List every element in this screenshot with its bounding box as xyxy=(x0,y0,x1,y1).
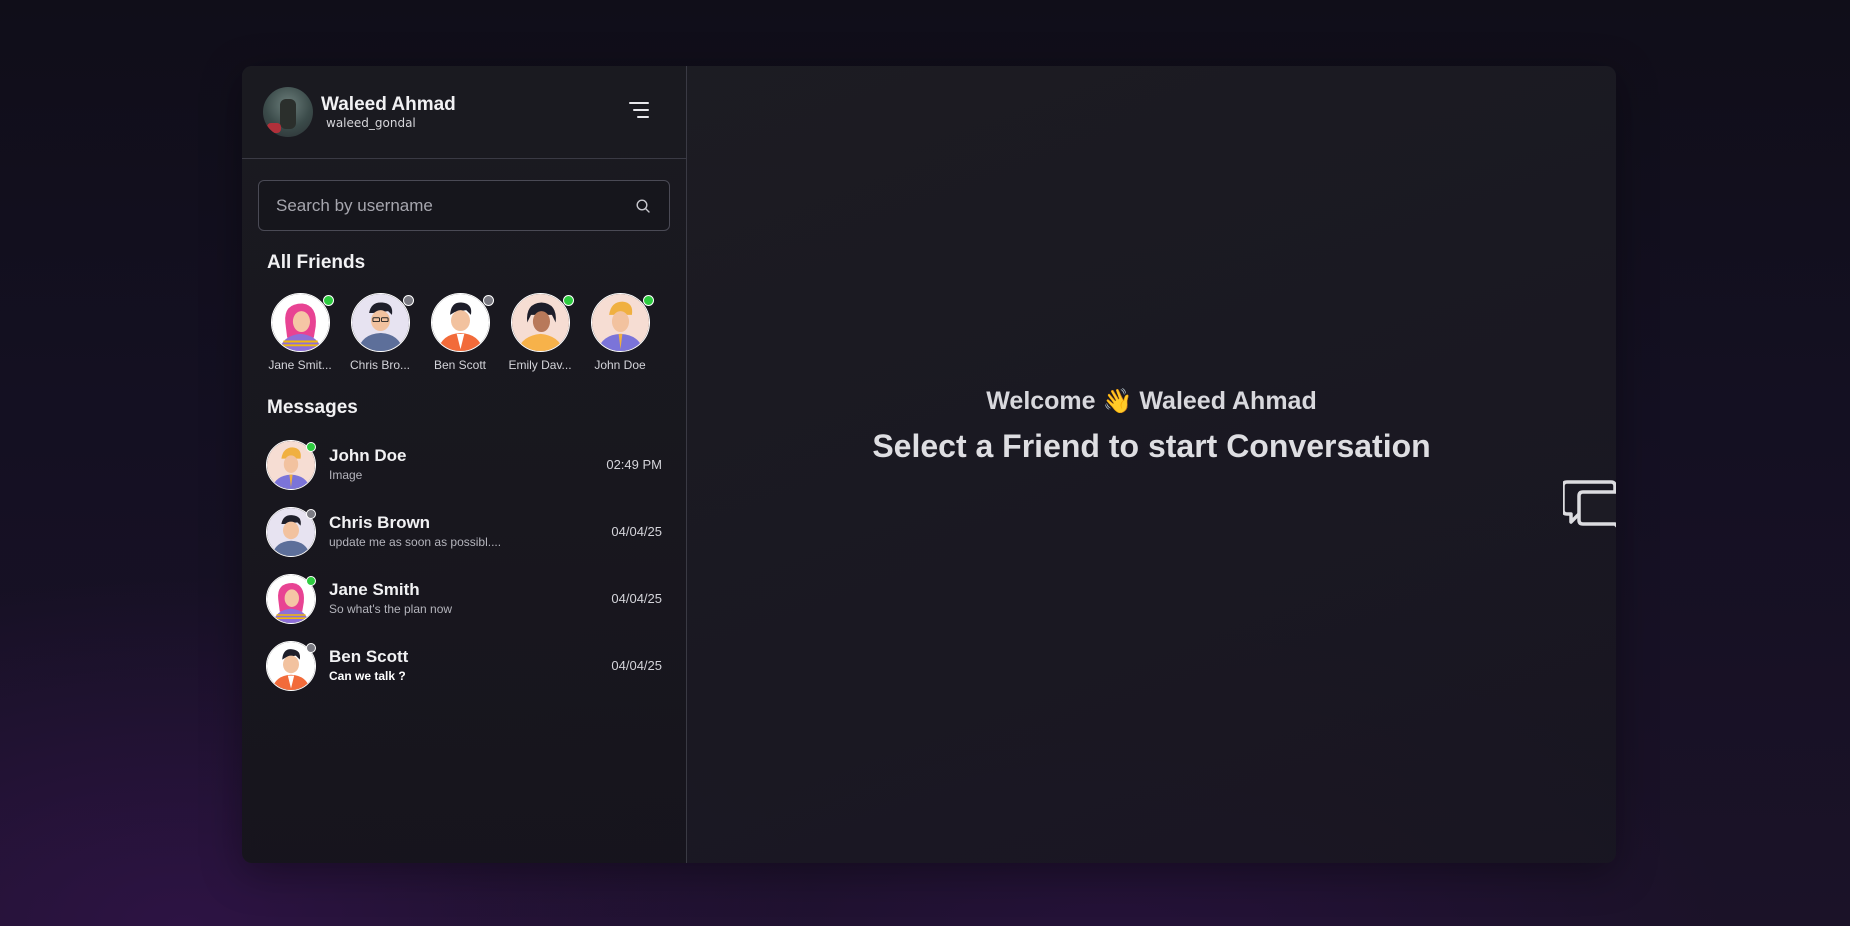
chat-app-window: Waleed Ahmad waleed_gondal All Friends xyxy=(242,66,1616,863)
message-text: Chris Brown update me as soon as possibl… xyxy=(329,512,501,551)
status-dot xyxy=(563,295,574,306)
friend-name: Ben Scott xyxy=(433,358,487,372)
contact-name: Ben Scott xyxy=(329,647,409,666)
message-preview: So what's the plan now xyxy=(329,602,453,616)
avatar xyxy=(266,640,316,691)
welcome-heading: Welcome 👋 Waleed Ahmad xyxy=(687,387,1616,416)
welcome-name: Waleed Ahmad xyxy=(1139,387,1317,415)
message-text: Jane Smith So what's the plan now xyxy=(329,579,452,618)
friend-item[interactable]: Chris Bro... xyxy=(340,293,420,372)
chat-bubbles-icon xyxy=(1563,480,1616,528)
wave-icon: 👋 xyxy=(1102,388,1133,415)
avatar xyxy=(266,506,316,557)
message-text: Ben Scott Can we talk ? xyxy=(329,646,408,685)
friend-item[interactable]: Emily Dav... xyxy=(500,293,580,372)
list-item[interactable]: John Doe Image 02:49 PM xyxy=(242,431,687,498)
avatar xyxy=(270,293,330,352)
profile-names: Waleed Ahmad waleed_gondal xyxy=(321,94,456,130)
avatar xyxy=(266,439,316,490)
search-input[interactable] xyxy=(259,181,669,230)
status-dot xyxy=(306,441,316,452)
messages-heading: Messages xyxy=(267,397,358,418)
status-dot xyxy=(403,295,414,306)
status-dot xyxy=(306,508,316,519)
conversation-panel: Welcome 👋 Waleed Ahmad Select a Friend t… xyxy=(687,66,1616,863)
message-text: John Doe Image xyxy=(329,445,406,484)
friend-item[interactable]: John Doe xyxy=(580,293,660,372)
profile-avatar[interactable] xyxy=(263,87,313,137)
contact-name: Jane Smith xyxy=(329,580,420,599)
message-preview: update me as soon as possibl.... xyxy=(329,535,502,549)
profile-username: waleed_gondal xyxy=(326,116,416,130)
select-friend-prompt: Select a Friend to start Conversation xyxy=(872,428,1431,464)
status-dot xyxy=(323,295,334,306)
message-preview: Can we talk ? xyxy=(329,669,406,683)
avatar xyxy=(266,573,316,624)
profile-full-name: Waleed Ahmad xyxy=(321,94,456,115)
friend-name: Jane Smit... xyxy=(268,358,332,372)
list-item[interactable]: Ben Scott Can we talk ? 04/04/25 xyxy=(242,632,687,699)
message-time: 04/04/25 xyxy=(611,658,662,673)
friends-row: Jane Smit... Chris Bro... Ben Scott Emil… xyxy=(260,293,660,372)
status-dot xyxy=(306,575,316,586)
sidebar: Waleed Ahmad waleed_gondal All Friends xyxy=(242,66,687,863)
status-dot xyxy=(483,295,494,306)
message-time: 04/04/25 xyxy=(611,591,662,606)
message-preview: Image xyxy=(329,468,363,482)
friend-item[interactable]: Jane Smit... xyxy=(260,293,340,372)
contact-name: John Doe xyxy=(329,446,407,465)
message-time: 04/04/25 xyxy=(611,524,662,539)
all-friends-heading: All Friends xyxy=(267,252,366,273)
avatar xyxy=(350,293,410,352)
avatar xyxy=(430,293,490,352)
search-box xyxy=(258,180,670,231)
friend-name: Chris Bro... xyxy=(349,358,410,372)
menu-icon[interactable] xyxy=(625,102,649,122)
avatar xyxy=(510,293,570,352)
welcome-prefix: Welcome xyxy=(986,387,1096,415)
status-dot xyxy=(643,295,654,306)
status-dot xyxy=(306,642,316,653)
message-time: 02:49 PM xyxy=(606,457,662,472)
friend-name: Emily Dav... xyxy=(508,358,572,372)
search-icon[interactable] xyxy=(635,198,651,214)
profile-header: Waleed Ahmad waleed_gondal xyxy=(242,66,686,159)
friend-item[interactable]: Ben Scott xyxy=(420,293,500,372)
list-item[interactable]: Chris Brown update me as soon as possibl… xyxy=(242,498,687,565)
contact-name: Chris Brown xyxy=(329,513,431,532)
list-item[interactable]: Jane Smith So what's the plan now 04/04/… xyxy=(242,565,687,632)
messages-list: John Doe Image 02:49 PM Chris Brown upda… xyxy=(242,431,687,699)
avatar xyxy=(590,293,650,352)
friend-name: John Doe xyxy=(594,358,646,372)
